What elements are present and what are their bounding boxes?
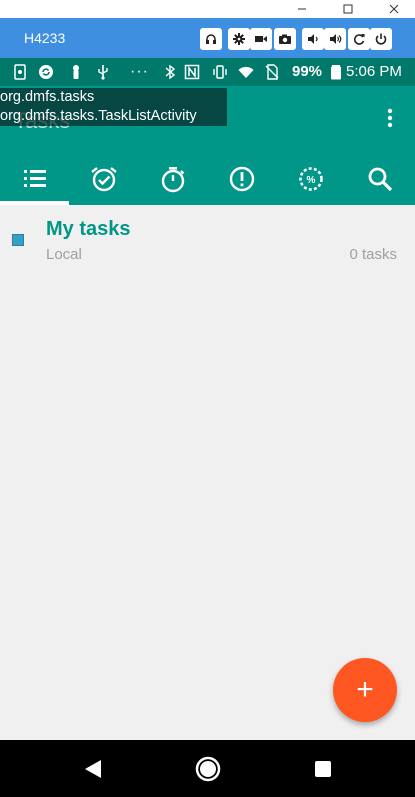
timer-icon [159, 165, 187, 198]
camera-icon[interactable] [274, 28, 296, 50]
list-color-swatch [12, 234, 24, 246]
tab-search[interactable] [345, 158, 414, 205]
status-bar: ··· 99% 5:06 PM [0, 58, 415, 86]
usb-icon [95, 64, 111, 80]
maximize-icon[interactable] [328, 0, 368, 18]
headset-icon[interactable] [200, 28, 222, 50]
list-item[interactable]: My tasks Local 0 tasks [0, 212, 415, 272]
list-name: My tasks [46, 218, 131, 240]
more-dots-icon: ··· [130, 63, 149, 80]
tab-bar: % [0, 158, 415, 205]
volume-down-icon[interactable] [302, 28, 324, 50]
gear-icon[interactable] [228, 28, 250, 50]
rotate-icon[interactable] [348, 28, 370, 50]
clock: 5:06 PM [346, 63, 402, 80]
bluetooth-icon [162, 64, 178, 80]
no-sim-icon [264, 64, 280, 80]
progress-icon: % [297, 165, 325, 198]
overlay-package: org.dmfs.tasks [0, 89, 95, 105]
more-vert-icon[interactable] [380, 107, 400, 129]
list-account: Local [46, 246, 82, 263]
window-titlebar [0, 0, 415, 18]
home-icon[interactable] [193, 754, 223, 784]
power-icon[interactable] [370, 28, 392, 50]
minimize-icon[interactable] [282, 0, 322, 18]
navigation-bar [0, 740, 415, 797]
close-icon[interactable] [374, 0, 414, 18]
list-icon [21, 165, 49, 198]
tab-lists[interactable] [0, 158, 69, 205]
activity-overlay: org.dmfs.tasks org.dmfs.tasks.TaskListAc… [0, 88, 227, 126]
video-camera-icon[interactable] [250, 28, 272, 50]
notification-icon [68, 64, 84, 80]
add-task-button[interactable]: + [333, 658, 397, 722]
tab-due[interactable] [69, 158, 138, 205]
tab-priority[interactable] [207, 158, 276, 205]
recents-icon[interactable] [308, 754, 338, 784]
tab-start[interactable] [138, 158, 207, 205]
plus-icon: + [356, 673, 374, 706]
tab-indicator [0, 201, 69, 205]
priority-icon [228, 165, 256, 198]
overlay-activity: org.dmfs.tasks.TaskListActivity [0, 108, 197, 124]
wifi-icon [238, 64, 254, 80]
sync-icon [38, 64, 54, 80]
search-icon [366, 165, 394, 198]
window-title: H4233 [24, 30, 66, 46]
emulator-toolbar: H4233 [0, 18, 415, 58]
nfc-icon [184, 64, 200, 80]
tab-progress[interactable]: % [276, 158, 345, 205]
svg-text:%: % [306, 175, 315, 186]
screenshot-icon [12, 64, 28, 80]
back-icon[interactable] [78, 754, 108, 784]
vibrate-icon [212, 64, 228, 80]
battery-percent: 99% [292, 63, 323, 80]
battery-icon [328, 64, 344, 80]
volume-up-icon[interactable] [324, 28, 346, 50]
alarm-check-icon [90, 165, 118, 198]
list-task-count: 0 tasks [349, 246, 397, 263]
